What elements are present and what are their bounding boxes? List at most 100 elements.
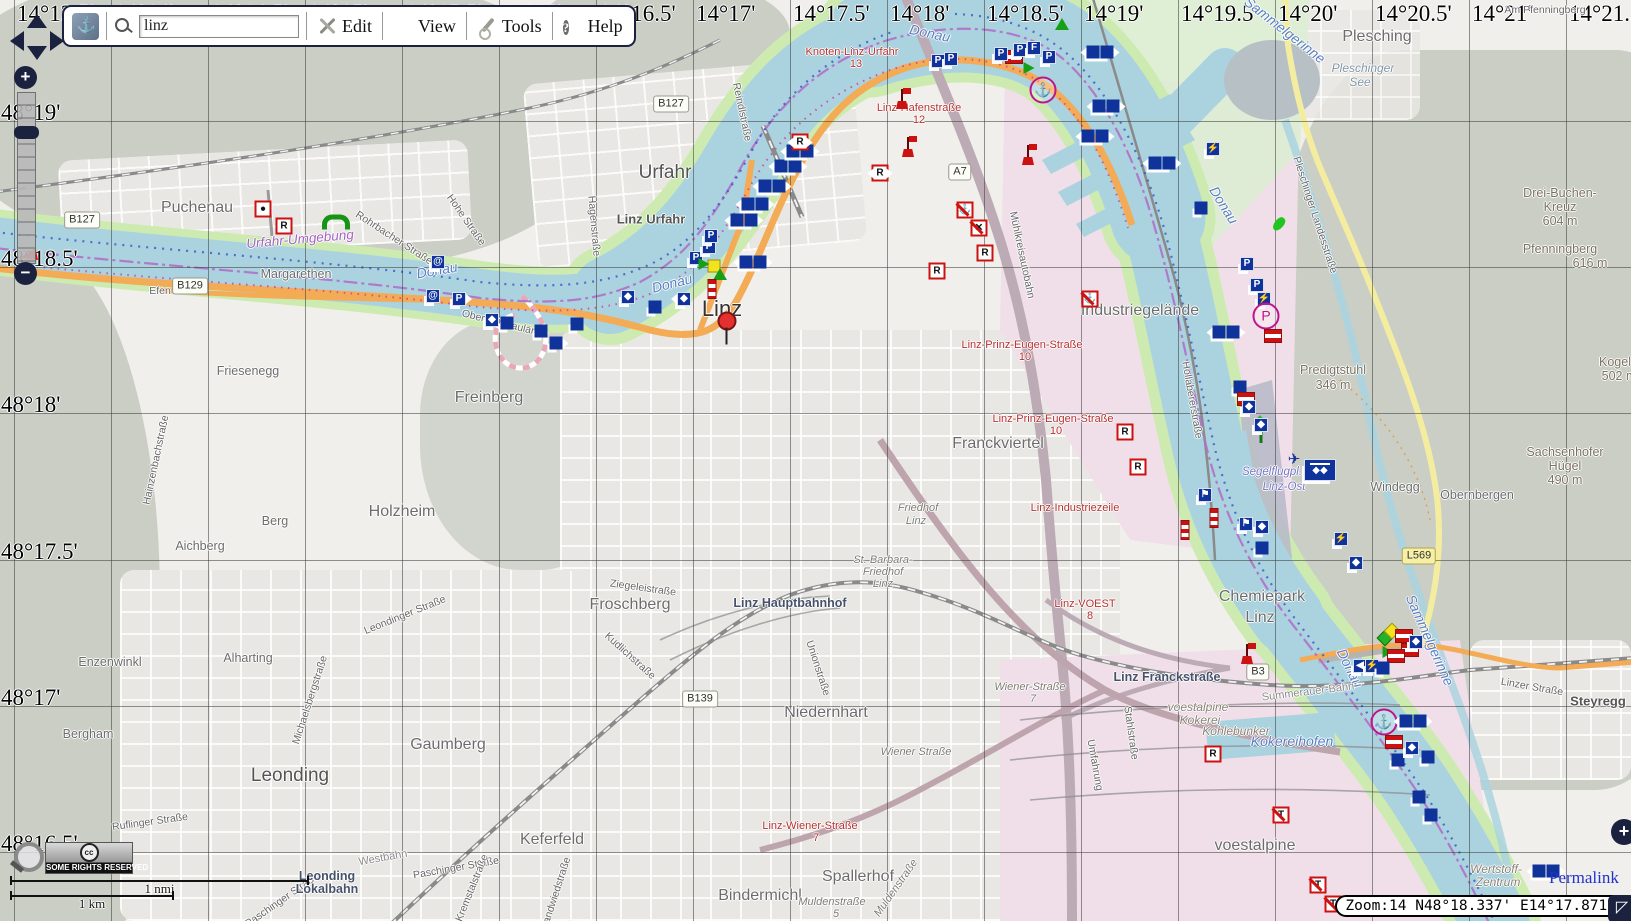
restriction-sign[interactable]: R (1205, 746, 1222, 763)
notice-sign[interactable]: F (1027, 41, 1041, 55)
airfield-icon[interactable]: ✈ (1288, 450, 1301, 468)
parking-sign[interactable]: P (1042, 50, 1056, 64)
navy-seamark[interactable] (550, 337, 563, 350)
navy-seamark[interactable] (1195, 202, 1208, 215)
red-buoy[interactable] (1240, 644, 1254, 664)
green-beacon[interactable] (322, 215, 350, 230)
openseamap-logo-icon[interactable] (12, 842, 46, 876)
restriction-sign[interactable]: R (276, 218, 293, 235)
restriction-sign[interactable]: R (1117, 424, 1134, 441)
notice-sign[interactable]: ◆ (1405, 741, 1419, 755)
notice-sign[interactable]: ◆ (1254, 418, 1268, 432)
prohibition-sign[interactable]: T (1273, 807, 1290, 824)
pair-seamark[interactable] (742, 198, 769, 211)
restriction-sign[interactable]: R (872, 165, 889, 182)
map-viewport[interactable]: 14°13.5'14°14'14°14.5'14°15'14°15.5'14°1… (0, 0, 1631, 921)
navy-seamark[interactable] (1392, 754, 1405, 767)
parking-sign[interactable]: P (931, 54, 945, 68)
search-input[interactable] (139, 15, 299, 38)
striped-beacon[interactable] (1181, 520, 1190, 540)
cable-sign[interactable]: ⚡ (1206, 142, 1220, 156)
parking-sign[interactable]: P (1250, 278, 1264, 292)
striped-beacon[interactable] (1210, 508, 1219, 528)
diamond-board-sign[interactable]: ◆◆ (1304, 459, 1336, 481)
notice-sign[interactable]: ◆ (621, 290, 635, 304)
striped-beacon[interactable] (708, 279, 717, 299)
prohibition-sign[interactable]: ⚓ (957, 202, 974, 219)
navy-seamark[interactable] (1422, 751, 1435, 764)
navy-seamark[interactable] (1413, 791, 1426, 804)
parking-sign[interactable]: P (1013, 43, 1027, 57)
pair-seamark[interactable] (1093, 100, 1120, 113)
cc-license-badge[interactable]: cc SOME RIGHTS RESERVED (45, 842, 133, 872)
restriction-sign[interactable]: R (792, 134, 809, 151)
menu-view[interactable]: View (390, 16, 459, 37)
red-buoy[interactable] (901, 137, 915, 157)
prohibition-sign[interactable]: T (1310, 877, 1327, 894)
restriction-sign[interactable]: R (977, 245, 994, 262)
navy-seamark[interactable] (501, 317, 514, 330)
pair-seamark[interactable] (740, 256, 767, 269)
pan-up-button[interactable] (27, 14, 47, 28)
menu-edit[interactable]: Edit (314, 16, 375, 37)
pair-seamark[interactable] (775, 160, 802, 173)
pair-seamark[interactable] (759, 180, 786, 193)
notice-sign[interactable]: ◆ (1349, 556, 1363, 570)
notice-sign[interactable]: ◆ (677, 292, 691, 306)
striped-board-sign[interactable] (1387, 649, 1405, 663)
parking-sign[interactable]: P (994, 47, 1008, 61)
zoom-out-button[interactable]: − (14, 262, 37, 285)
navy-seamark[interactable] (535, 325, 548, 338)
parking-sign[interactable]: P (704, 229, 718, 243)
pair-seamark[interactable] (1213, 326, 1240, 339)
notice-sign[interactable]: ◆ (1242, 400, 1256, 414)
red-buoy[interactable] (895, 89, 909, 109)
prohibition-sign[interactable]: ⚓ (1082, 291, 1099, 308)
navy-seamark[interactable] (1377, 662, 1390, 675)
navy-seamark[interactable] (1425, 809, 1438, 822)
prohibition-sign[interactable]: ✕ (971, 220, 988, 237)
notice-sign[interactable]: ⚑ (1198, 488, 1212, 502)
navy-seamark[interactable] (1256, 542, 1269, 555)
green-arrow-mark[interactable] (1024, 62, 1035, 74)
anchorage-symbol[interactable]: ⚓ (1030, 77, 1057, 104)
pan-left-button[interactable] (10, 31, 24, 51)
green-arrow-mark[interactable] (699, 258, 710, 270)
navy-seamark[interactable] (571, 318, 584, 331)
restriction-sign[interactable]: R (1130, 459, 1147, 476)
notice-sign[interactable]: ◆ (1255, 520, 1269, 534)
zoom-slider-handle[interactable] (14, 126, 39, 139)
restriction-sign[interactable]: R (929, 263, 946, 280)
notice-sign[interactable]: ⚑ (1239, 517, 1253, 531)
pan-down-button[interactable] (27, 46, 47, 60)
permalink-link[interactable]: Permalink (1549, 868, 1619, 888)
pair-seamark[interactable] (1087, 46, 1114, 59)
pair-seamark[interactable] (731, 214, 758, 227)
notice-sign[interactable]: @ (431, 255, 445, 269)
parking-sign[interactable]: P (452, 292, 466, 306)
pair-seamark[interactable] (1149, 157, 1176, 170)
notice-sign[interactable]: ◆ (485, 313, 499, 327)
menu-help[interactable]: ? Help (560, 16, 626, 37)
parking-sign[interactable]: P (1240, 257, 1254, 271)
parking-sign[interactable]: P (944, 52, 958, 66)
cable-sign[interactable]: ⚡ (1334, 532, 1348, 546)
navy-seamark[interactable] (649, 301, 662, 314)
maximize-control-button[interactable]: + (1611, 819, 1631, 845)
pan-right-button[interactable] (50, 31, 64, 51)
notice-sign[interactable]: @ (426, 289, 440, 303)
menu-tools[interactable]: Tools (474, 16, 545, 37)
pair-seamark[interactable] (1082, 130, 1109, 143)
red-buoy[interactable] (1021, 145, 1035, 165)
anchorage-symbol[interactable]: P (1253, 303, 1280, 330)
restriction-sign[interactable]: ● (255, 201, 272, 218)
striped-board-sign[interactable] (1264, 329, 1282, 343)
zoom-slider-track[interactable] (17, 92, 36, 264)
green-cone-mark[interactable] (1055, 18, 1069, 30)
striped-board-sign[interactable] (1385, 735, 1403, 749)
app-logo-icon[interactable]: ⚓ (72, 13, 99, 40)
search-result-marker[interactable] (718, 312, 737, 331)
pair-seamark[interactable] (1400, 715, 1427, 728)
corner-arrow-button[interactable]: ◸ (1608, 895, 1631, 921)
notice-sign[interactable]: ◆ (1409, 635, 1423, 649)
